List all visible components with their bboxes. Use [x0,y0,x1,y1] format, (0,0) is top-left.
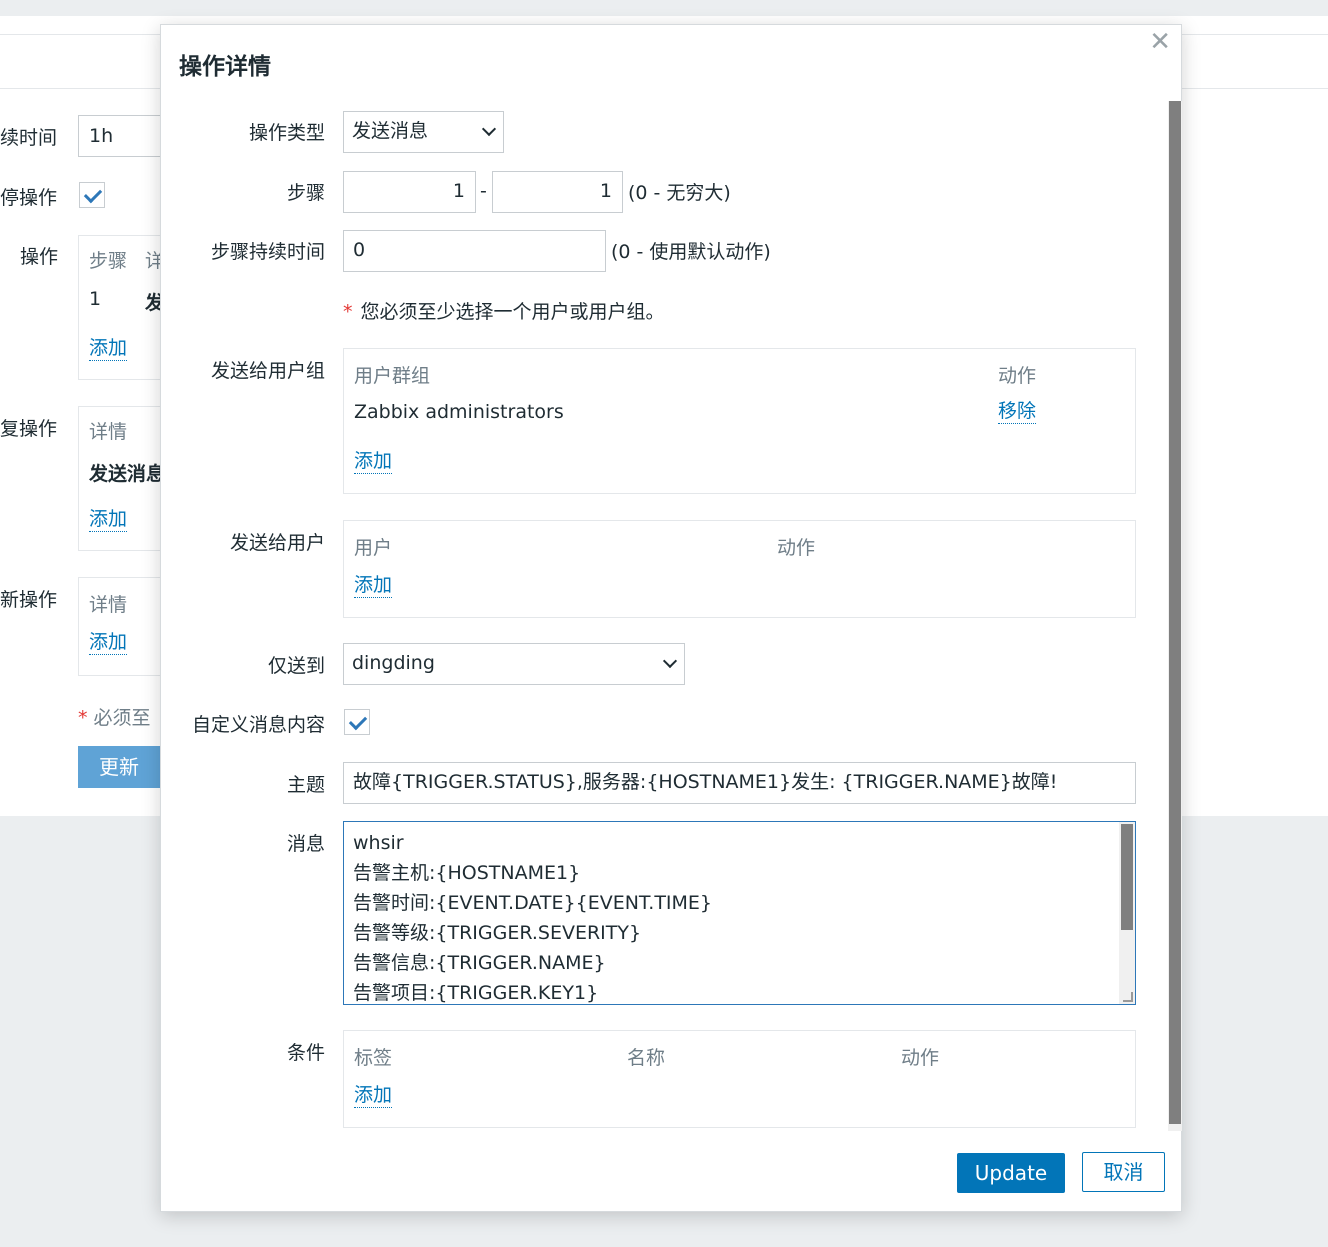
label-send-only-to: 仅送到 [267,655,325,677]
message-line: 告警项目:{TRIGGER.KEY1} [353,982,599,1004]
label-steps: 步骤 [286,182,325,204]
send-only-to-value: dingding [352,652,435,674]
operation-type-select[interactable]: 发送消息 [343,111,504,153]
bg-label-pause: 停操作 [0,187,58,209]
bg-recovery-header: 详情 [89,421,128,443]
user-groups-header-action: 动作 [998,365,1037,387]
users-table: 用户 动作 添加 [343,520,1136,618]
message-scrollbar-thumb[interactable] [1121,824,1133,930]
update-button[interactable]: Update [957,1153,1065,1193]
bg-recovery-row: 发送消息 [89,463,166,485]
dialog-scrollbar-thumb[interactable] [1169,101,1181,1124]
chevron-down-icon [481,121,497,137]
dialog-scrollbar[interactable] [1168,101,1182,1131]
users-header-action: 动作 [777,537,816,559]
label-step-duration: 步骤持续时间 [210,241,325,263]
message-line: 告警时间:{EVENT.DATE}{EVENT.TIME} [353,892,713,914]
bg-ops-row-step: 1 [89,288,102,310]
step-duration-input[interactable]: 0 [343,230,606,272]
users-add-link[interactable]: 添加 [354,573,393,598]
steps-to-input[interactable]: 1 [492,171,623,213]
message-line: 告警等级:{TRIGGER.SEVERITY} [353,922,642,944]
user-groups-table: 用户群组 动作 Zabbix administrators 移除 添加 [343,348,1136,494]
chevron-down-icon [662,653,678,669]
bg-ops-add-link[interactable]: 添加 [89,336,128,361]
conditions-header-tag: 标签 [354,1047,393,1069]
bg-update-ops-header: 详情 [89,594,128,616]
steps-separator: - [480,180,487,202]
label-custom-message: 自定义消息内容 [191,714,325,736]
operation-details-dialog: 操作详情 ✕ 操作类型 发送消息 步骤 1 - 1 (0 - 无穷大) 步骤持续… [160,24,1182,1212]
label-subject: 主题 [286,774,325,796]
operation-type-value: 发送消息 [352,120,429,142]
bg-label-update-ops: 新操作 [0,589,58,611]
label-message: 消息 [286,833,325,855]
required-note-text: 您必须至少选择一个用户或用户组。 [360,301,665,323]
user-group-row-name: Zabbix administrators [354,401,564,423]
message-line: 告警信息:{TRIGGER.NAME} [353,952,606,974]
bg-update-ops-add-link[interactable]: 添加 [89,630,128,655]
bg-label-duration: 续时间 [0,127,58,149]
resize-grip-icon[interactable] [1123,992,1133,1002]
send-only-to-select[interactable]: dingding [343,643,685,685]
steps-hint: (0 - 无穷大) [628,182,731,204]
custom-message-checkbox[interactable] [344,709,370,735]
message-line: 告警主机:{HOSTNAME1} [353,862,581,884]
label-user-groups: 发送给用户组 [210,360,325,382]
required-note: * 您必须至少选择一个用户或用户组。 [343,301,665,323]
conditions-header-name: 名称 [627,1047,666,1069]
message-line: whsir [353,832,404,854]
message-textarea[interactable]: whsir 告警主机:{HOSTNAME1} 告警时间:{EVENT.DATE}… [343,821,1136,1005]
page-top-band [0,0,1328,16]
users-header-user: 用户 [354,537,393,559]
steps-from-input[interactable]: 1 [343,171,476,213]
label-conditions: 条件 [286,1042,325,1064]
conditions-header-action: 动作 [901,1047,940,1069]
step-duration-hint: (0 - 使用默认动作) [611,241,771,263]
user-groups-header-group: 用户群组 [354,365,431,387]
bg-recovery-add-link[interactable]: 添加 [89,507,128,532]
message-scrollbar[interactable] [1119,822,1135,1004]
bg-ops-header-step: 步骤 [89,250,128,272]
subject-input[interactable]: 故障{TRIGGER.STATUS},服务器:{HOSTNAME1}发生: {T… [343,762,1136,804]
label-users: 发送给用户 [229,532,325,554]
dialog-title: 操作详情 [179,54,271,80]
bg-pause-checkbox[interactable] [79,182,105,208]
conditions-add-link[interactable]: 添加 [354,1083,393,1108]
bg-label-operations: 操作 [20,246,59,268]
bg-label-recovery: 复操作 [0,418,58,440]
user-groups-add-link[interactable]: 添加 [354,449,393,474]
cancel-button[interactable]: 取消 [1082,1152,1165,1192]
conditions-table: 标签 名称 动作 添加 [343,1030,1136,1128]
label-operation-type: 操作类型 [248,122,325,144]
close-icon[interactable]: ✕ [1149,27,1171,57]
user-group-remove-link[interactable]: 移除 [998,399,1037,424]
